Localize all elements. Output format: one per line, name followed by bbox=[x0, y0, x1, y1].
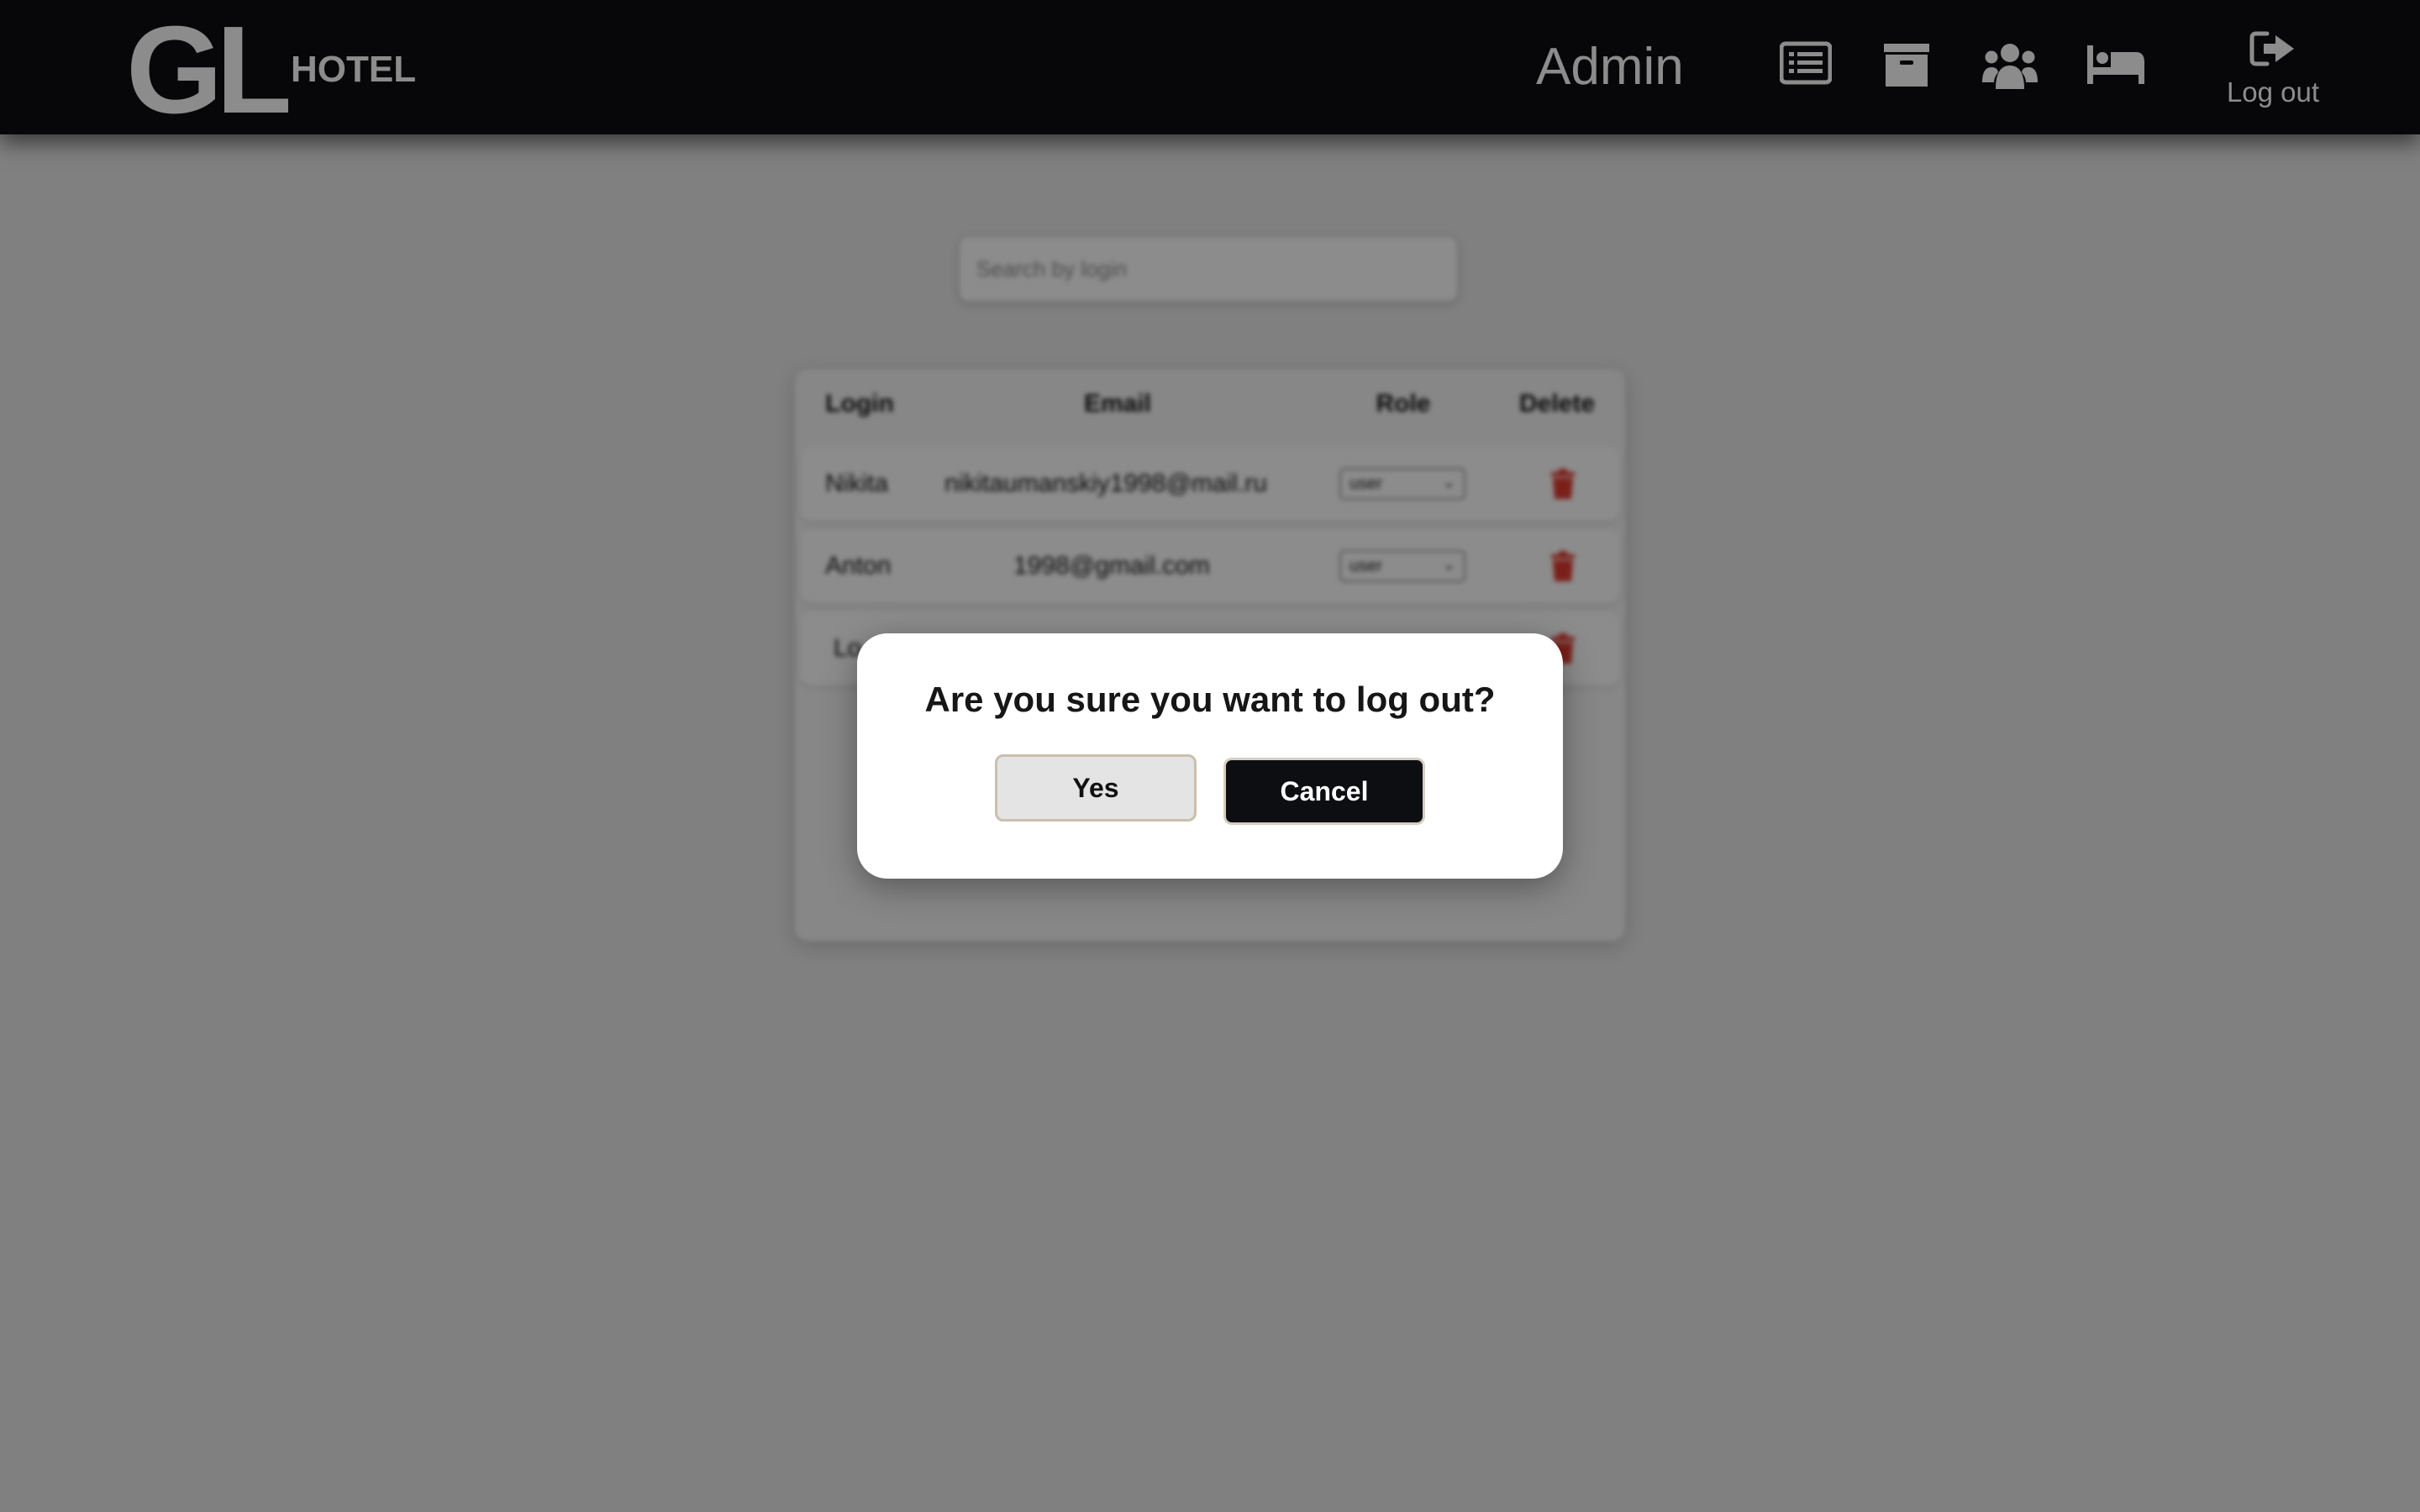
cancel-button[interactable]: Cancel bbox=[1223, 758, 1425, 825]
logout-confirm-dialog: Are you sure you want to log out? Yes Ca… bbox=[857, 633, 1563, 879]
dialog-title: Are you sure you want to log out? bbox=[924, 680, 1496, 719]
yes-button[interactable]: Yes bbox=[995, 754, 1197, 822]
